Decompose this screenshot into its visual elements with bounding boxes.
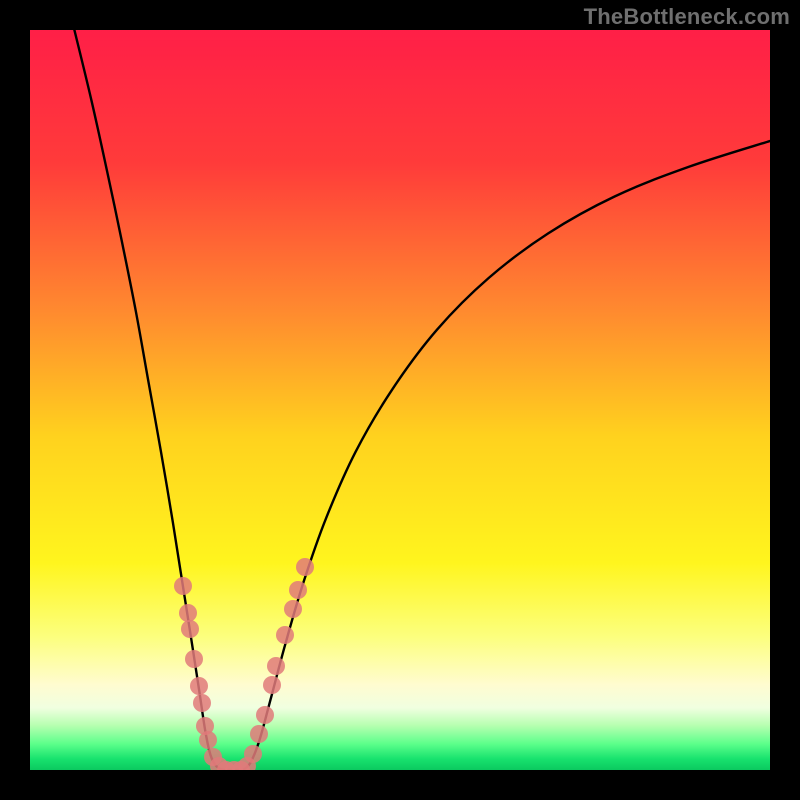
marker-dot (267, 657, 285, 675)
marker-dot (289, 581, 307, 599)
marker-dot (256, 706, 274, 724)
marker-dot (284, 600, 302, 618)
plot-area (30, 30, 770, 770)
curve-right-branch (243, 141, 770, 770)
marker-dot (263, 676, 281, 694)
marker-dot (296, 558, 314, 576)
marker-dot (276, 626, 294, 644)
marker-dot (193, 694, 211, 712)
marker-dot (181, 620, 199, 638)
marker-dot (174, 577, 192, 595)
marker-dot (185, 650, 203, 668)
watermark-text: TheBottleneck.com (584, 4, 790, 30)
marker-dot (250, 725, 268, 743)
marker-dot (179, 604, 197, 622)
marker-dot (190, 677, 208, 695)
marker-dot (244, 745, 262, 763)
outer-frame: TheBottleneck.com (0, 0, 800, 800)
curve-layer (30, 30, 770, 770)
marker-dot (199, 731, 217, 749)
